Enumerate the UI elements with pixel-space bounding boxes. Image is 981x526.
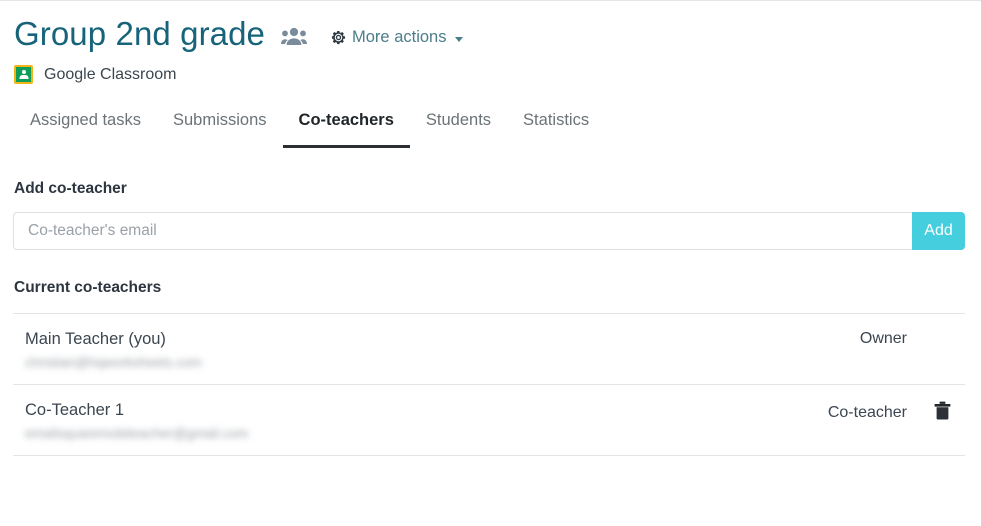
- table-row: Co-Teacher 1 emailsquaremobiteacher@gmai…: [13, 385, 965, 456]
- table-row: Main Teacher (you) christian@hqworksheet…: [13, 314, 965, 385]
- person-email: emailsquaremobiteacher@gmail.com: [25, 426, 249, 441]
- google-classroom-icon: [14, 65, 33, 84]
- more-actions-button[interactable]: More actions: [331, 27, 464, 47]
- more-actions-label: More actions: [352, 27, 447, 46]
- tab-statistics[interactable]: Statistics: [507, 109, 605, 148]
- source-label: Google Classroom: [44, 65, 177, 83]
- delete-co-teacher-button[interactable]: [933, 401, 951, 425]
- row-actions: Co-teacher: [828, 399, 965, 425]
- person-info: Co-Teacher 1 emailsquaremobiteacher@gmai…: [13, 399, 248, 443]
- person-name: Main Teacher (you): [25, 330, 166, 348]
- tab-assigned-tasks[interactable]: Assigned tasks: [14, 109, 157, 148]
- co-teachers-list: Main Teacher (you) christian@hqworksheet…: [13, 313, 965, 456]
- trash-icon: [934, 401, 951, 425]
- add-co-teacher-label: Add co-teacher: [14, 180, 127, 197]
- row-actions: Owner: [860, 328, 965, 348]
- page-title: Group 2nd grade: [14, 15, 266, 52]
- tab-submissions[interactable]: Submissions: [157, 109, 283, 148]
- person-info: Main Teacher (you) christian@hqworksheet…: [13, 328, 202, 372]
- add-co-teacher-row: Add: [13, 212, 965, 250]
- tab-students[interactable]: Students: [410, 109, 507, 148]
- chevron-down-icon: [455, 36, 464, 42]
- co-teacher-email-input[interactable]: [13, 212, 912, 250]
- role-label: Co-teacher: [827, 404, 907, 421]
- source-row: Google Classroom: [0, 55, 981, 84]
- person-email: christian@hqworksheets.com: [25, 355, 202, 370]
- add-button[interactable]: Add: [912, 212, 965, 250]
- co-teachers-page: Group 2nd grade More actions Google Clas…: [0, 0, 981, 526]
- page-header: Group 2nd grade More actions: [0, 1, 981, 55]
- tab-co-teachers[interactable]: Co-teachers: [282, 109, 410, 148]
- role-label: Owner: [859, 330, 907, 347]
- tab-bar: Assigned tasks Submissions Co-teachers S…: [0, 84, 981, 148]
- current-co-teachers-label: Current co-teachers: [14, 279, 162, 296]
- gear-icon: [331, 30, 346, 45]
- person-name: Co-Teacher 1: [25, 401, 125, 419]
- people-group-icon: [281, 27, 308, 46]
